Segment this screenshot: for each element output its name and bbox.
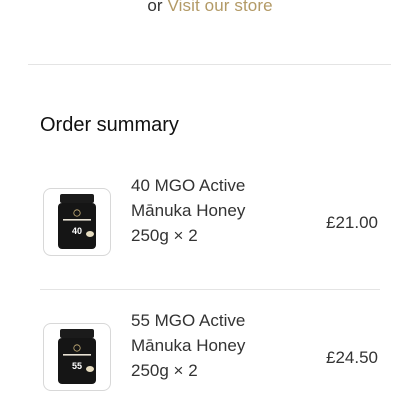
order-item: 55 55 MGO Active Mānuka Honey 250g × 2 £… <box>40 308 380 398</box>
item-quantity: 250g × 2 <box>131 361 198 380</box>
item-name: 40 MGO Active Mānuka Honey 250g × 2 <box>131 173 291 248</box>
honey-jar-image: 55 <box>58 329 96 384</box>
product-thumbnail: 40 <box>43 188 111 256</box>
item-divider <box>40 289 380 290</box>
item-price: £21.00 <box>326 213 378 232</box>
item-price: £24.50 <box>326 348 378 367</box>
item-name-line: Mānuka Honey <box>131 336 246 355</box>
jar-grade-label: 40 <box>72 226 82 236</box>
jar-grade-label: 55 <box>72 361 82 371</box>
product-thumbnail: 55 <box>43 323 111 391</box>
honey-jar-image: 40 <box>58 194 96 249</box>
item-name: 55 MGO Active Mānuka Honey 250g × 2 <box>131 308 291 383</box>
item-name-line: 55 MGO Active <box>131 311 246 330</box>
order-item: 40 40 MGO Active Mānuka Honey 250g × 2 £… <box>40 173 380 263</box>
item-quantity: 250g × 2 <box>131 226 198 245</box>
order-summary-title: Order summary <box>40 114 179 136</box>
item-name-line: 40 MGO Active <box>131 176 246 195</box>
store-link-row: or Visit our store <box>0 0 420 16</box>
checkout-page: or Visit our store Order summary 40 40 M… <box>0 0 420 420</box>
item-name-line: Mānuka Honey <box>131 201 246 220</box>
store-link-prefix: or <box>147 0 163 15</box>
section-divider <box>28 64 391 65</box>
visit-store-link[interactable]: Visit our store <box>168 0 273 15</box>
